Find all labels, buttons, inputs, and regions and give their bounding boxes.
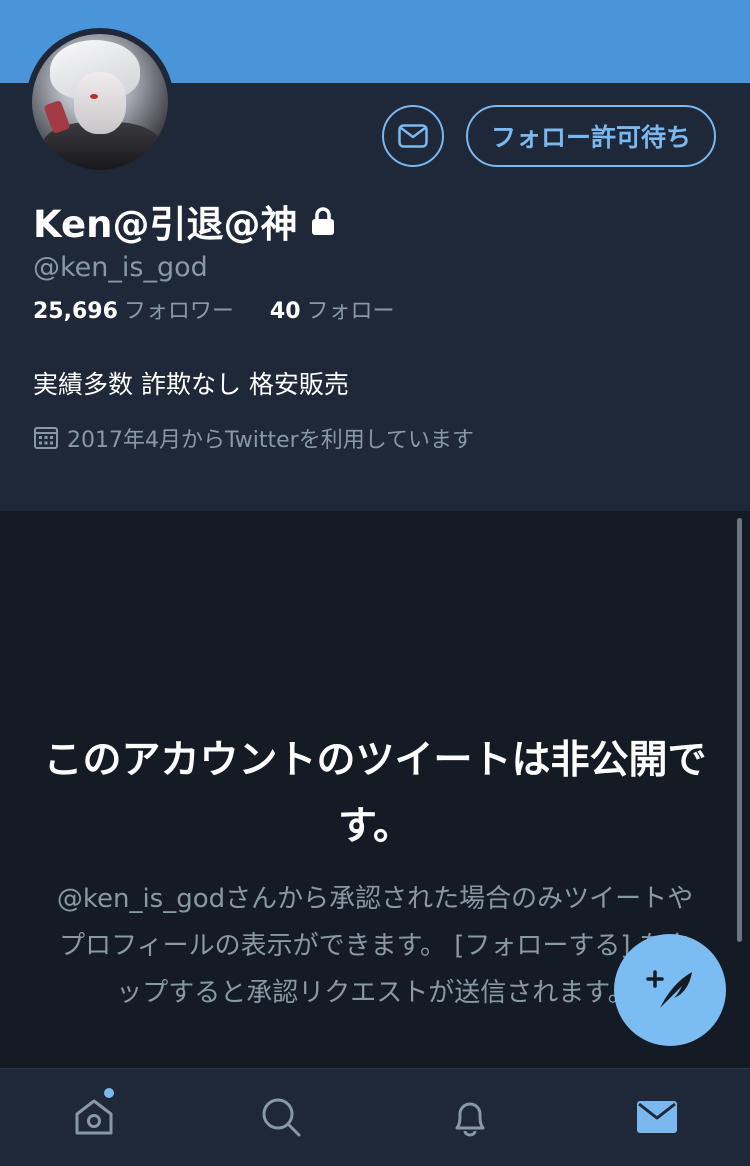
tab-search[interactable] <box>259 1095 303 1139</box>
tab-notifications[interactable] <box>448 1095 492 1139</box>
following-link[interactable]: 40 フォロー <box>263 299 395 324</box>
private-account-title: このアカウントのツイートは非公開です。 <box>43 738 707 849</box>
calendar-icon <box>34 427 58 449</box>
home-icon <box>75 1099 113 1135</box>
joined-text: 2017年4月からTwitterを利用しています <box>67 428 475 453</box>
search-icon <box>262 1098 301 1137</box>
avatar-image <box>32 34 168 170</box>
following-count: 40 <box>269 299 301 324</box>
compose-tweet-button[interactable] <box>614 934 726 1046</box>
user-handle: @ken_is_god <box>33 252 208 283</box>
envelope-icon <box>637 1101 677 1133</box>
follow-pending-button[interactable]: フォロー許可待ち <box>466 105 716 167</box>
bottom-tab-bar <box>0 1068 750 1166</box>
followers-link[interactable]: 25,696 フォロワー <box>33 299 241 324</box>
tab-messages[interactable] <box>635 1095 679 1139</box>
followers-label: フォロワー <box>123 299 234 324</box>
message-button[interactable] <box>382 105 444 167</box>
name-row: Ken@引退@神 <box>33 196 337 246</box>
lock-icon <box>309 206 337 236</box>
followers-count: 25,696 <box>33 299 118 324</box>
tab-home[interactable] <box>72 1095 116 1139</box>
envelope-icon <box>398 124 428 148</box>
private-account-description: @ken_is_godさんから承認された場合のみツイートやプロフィールの表示がで… <box>56 884 694 1008</box>
joined-date: 2017年4月からTwitterを利用しています <box>33 422 474 454</box>
profile-bio: 実績多数 詐欺なし 格安販売 <box>33 370 349 399</box>
scrollbar[interactable] <box>737 518 742 942</box>
avatar[interactable] <box>26 28 174 176</box>
bell-icon <box>455 1102 485 1137</box>
follow-stats: 25,696 フォロワー 40 フォロー <box>33 293 395 325</box>
following-label: フォロー <box>306 299 395 324</box>
display-name: Ken@引退@神 <box>33 203 298 246</box>
compose-tweet-icon <box>646 970 692 1008</box>
home-new-indicator <box>104 1088 114 1098</box>
